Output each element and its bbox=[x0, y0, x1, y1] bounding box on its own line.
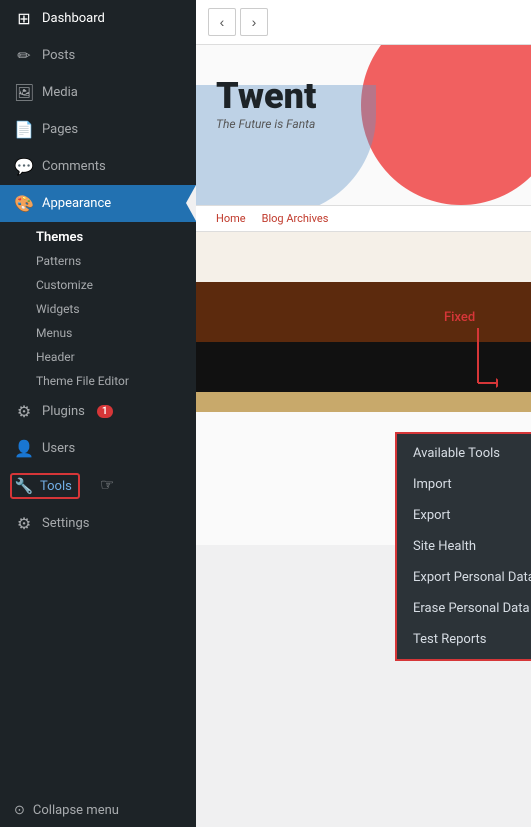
sidebar-item-label: Media bbox=[42, 85, 78, 100]
collapse-icon: ⊙ bbox=[14, 803, 25, 818]
tools-icon: 🔧 bbox=[14, 477, 34, 495]
dropdown-site-health[interactable]: Site Health bbox=[397, 531, 531, 562]
sidebar-item-appearance[interactable]: 🎨 Appearance bbox=[0, 185, 196, 222]
dashboard-icon: ⊞ bbox=[14, 9, 34, 28]
sidebar-item-label: Comments bbox=[42, 159, 106, 174]
media-icon: 🖼 bbox=[14, 83, 34, 102]
submenu-widgets[interactable]: Widgets bbox=[0, 297, 196, 321]
submenu-themes[interactable]: Themes bbox=[0, 222, 196, 249]
cursor-hand-icon: ☞ bbox=[100, 475, 114, 494]
tools-dropdown-menu: Available Tools Import Export Site Healt… bbox=[395, 432, 531, 661]
sidebar-item-label: Users bbox=[42, 441, 75, 456]
sidebar-item-posts[interactable]: ✏ Posts bbox=[0, 37, 196, 74]
dropdown-export[interactable]: Export bbox=[397, 500, 531, 531]
theme-nav-blog: Blog Archives bbox=[262, 212, 329, 225]
sidebar-item-users[interactable]: 👤 Users bbox=[0, 430, 196, 467]
tools-border: 🔧 Tools bbox=[10, 473, 80, 499]
arrow-down bbox=[468, 328, 498, 412]
sidebar-item-label: Dashboard bbox=[42, 11, 105, 26]
sidebar-item-comments[interactable]: 💬 Comments bbox=[0, 148, 196, 185]
theme-title-area: Twent The Future is Fanta bbox=[196, 45, 531, 205]
theme-nav-home: Home bbox=[216, 212, 246, 225]
dropdown-erase-personal-data[interactable]: Erase Personal Data bbox=[397, 593, 531, 624]
sidebar-item-label: Posts bbox=[42, 48, 75, 63]
collapse-label: Collapse menu bbox=[33, 803, 119, 818]
users-icon: 👤 bbox=[14, 439, 34, 458]
back-button[interactable]: ‹ bbox=[208, 8, 236, 36]
dropdown-export-personal-data[interactable]: Export Personal Data bbox=[397, 562, 531, 593]
preview-nav: ‹ › bbox=[196, 0, 531, 45]
sidebar-item-tools[interactable]: 🔧 Tools ☞ bbox=[0, 467, 196, 505]
collapse-menu-button[interactable]: ⊙ Collapse menu bbox=[0, 794, 196, 827]
sidebar-item-label: Pages bbox=[42, 122, 78, 137]
dropdown-available-tools[interactable]: Available Tools bbox=[397, 438, 531, 469]
sidebar-item-label: Settings bbox=[42, 516, 89, 531]
sidebar-item-media[interactable]: 🖼 Media bbox=[0, 74, 196, 111]
submenu-theme-file-editor[interactable]: Theme File Editor bbox=[0, 369, 196, 393]
plugins-icon: ⚙ bbox=[14, 402, 34, 421]
dropdown-import[interactable]: Import bbox=[397, 469, 531, 500]
tools-label: Tools bbox=[40, 479, 72, 494]
theme-title: Twent bbox=[216, 75, 511, 117]
plugins-badge: 1 bbox=[97, 405, 113, 418]
sidebar-item-plugins[interactable]: ⚙ Plugins 1 bbox=[0, 393, 196, 430]
sidebar-item-dashboard[interactable]: ⊞ Dashboard bbox=[0, 0, 196, 37]
submenu-patterns[interactable]: Patterns bbox=[0, 249, 196, 273]
sidebar-item-pages[interactable]: 📄 Pages bbox=[0, 111, 196, 148]
comments-icon: 💬 bbox=[14, 157, 34, 176]
posts-icon: ✏ bbox=[14, 46, 34, 65]
submenu-header[interactable]: Header bbox=[0, 345, 196, 369]
fixed-label: Fixed bbox=[444, 310, 475, 325]
submenu-menus[interactable]: Menus bbox=[0, 321, 196, 345]
sidebar-item-settings[interactable]: ⚙ Settings bbox=[0, 505, 196, 542]
dropdown-test-reports[interactable]: Test Reports bbox=[397, 624, 531, 655]
settings-icon: ⚙ bbox=[14, 514, 34, 533]
forward-button[interactable]: › bbox=[240, 8, 268, 36]
theme-nav-bar: Home Blog Archives bbox=[196, 205, 531, 232]
band-cream bbox=[196, 232, 531, 282]
pages-icon: 📄 bbox=[14, 120, 34, 139]
sidebar-item-label: Appearance bbox=[42, 196, 111, 211]
sidebar: ⊞ Dashboard ✏ Posts 🖼 Media 📄 Pages 💬 Co… bbox=[0, 0, 196, 827]
sidebar-item-label: Plugins bbox=[42, 404, 85, 419]
main-content: ‹ › Twent The Future is Fanta Home Blog … bbox=[196, 0, 531, 827]
appearance-icon: 🎨 bbox=[14, 194, 34, 213]
submenu-customize[interactable]: Customize bbox=[0, 273, 196, 297]
theme-subtitle: The Future is Fanta bbox=[216, 117, 511, 131]
